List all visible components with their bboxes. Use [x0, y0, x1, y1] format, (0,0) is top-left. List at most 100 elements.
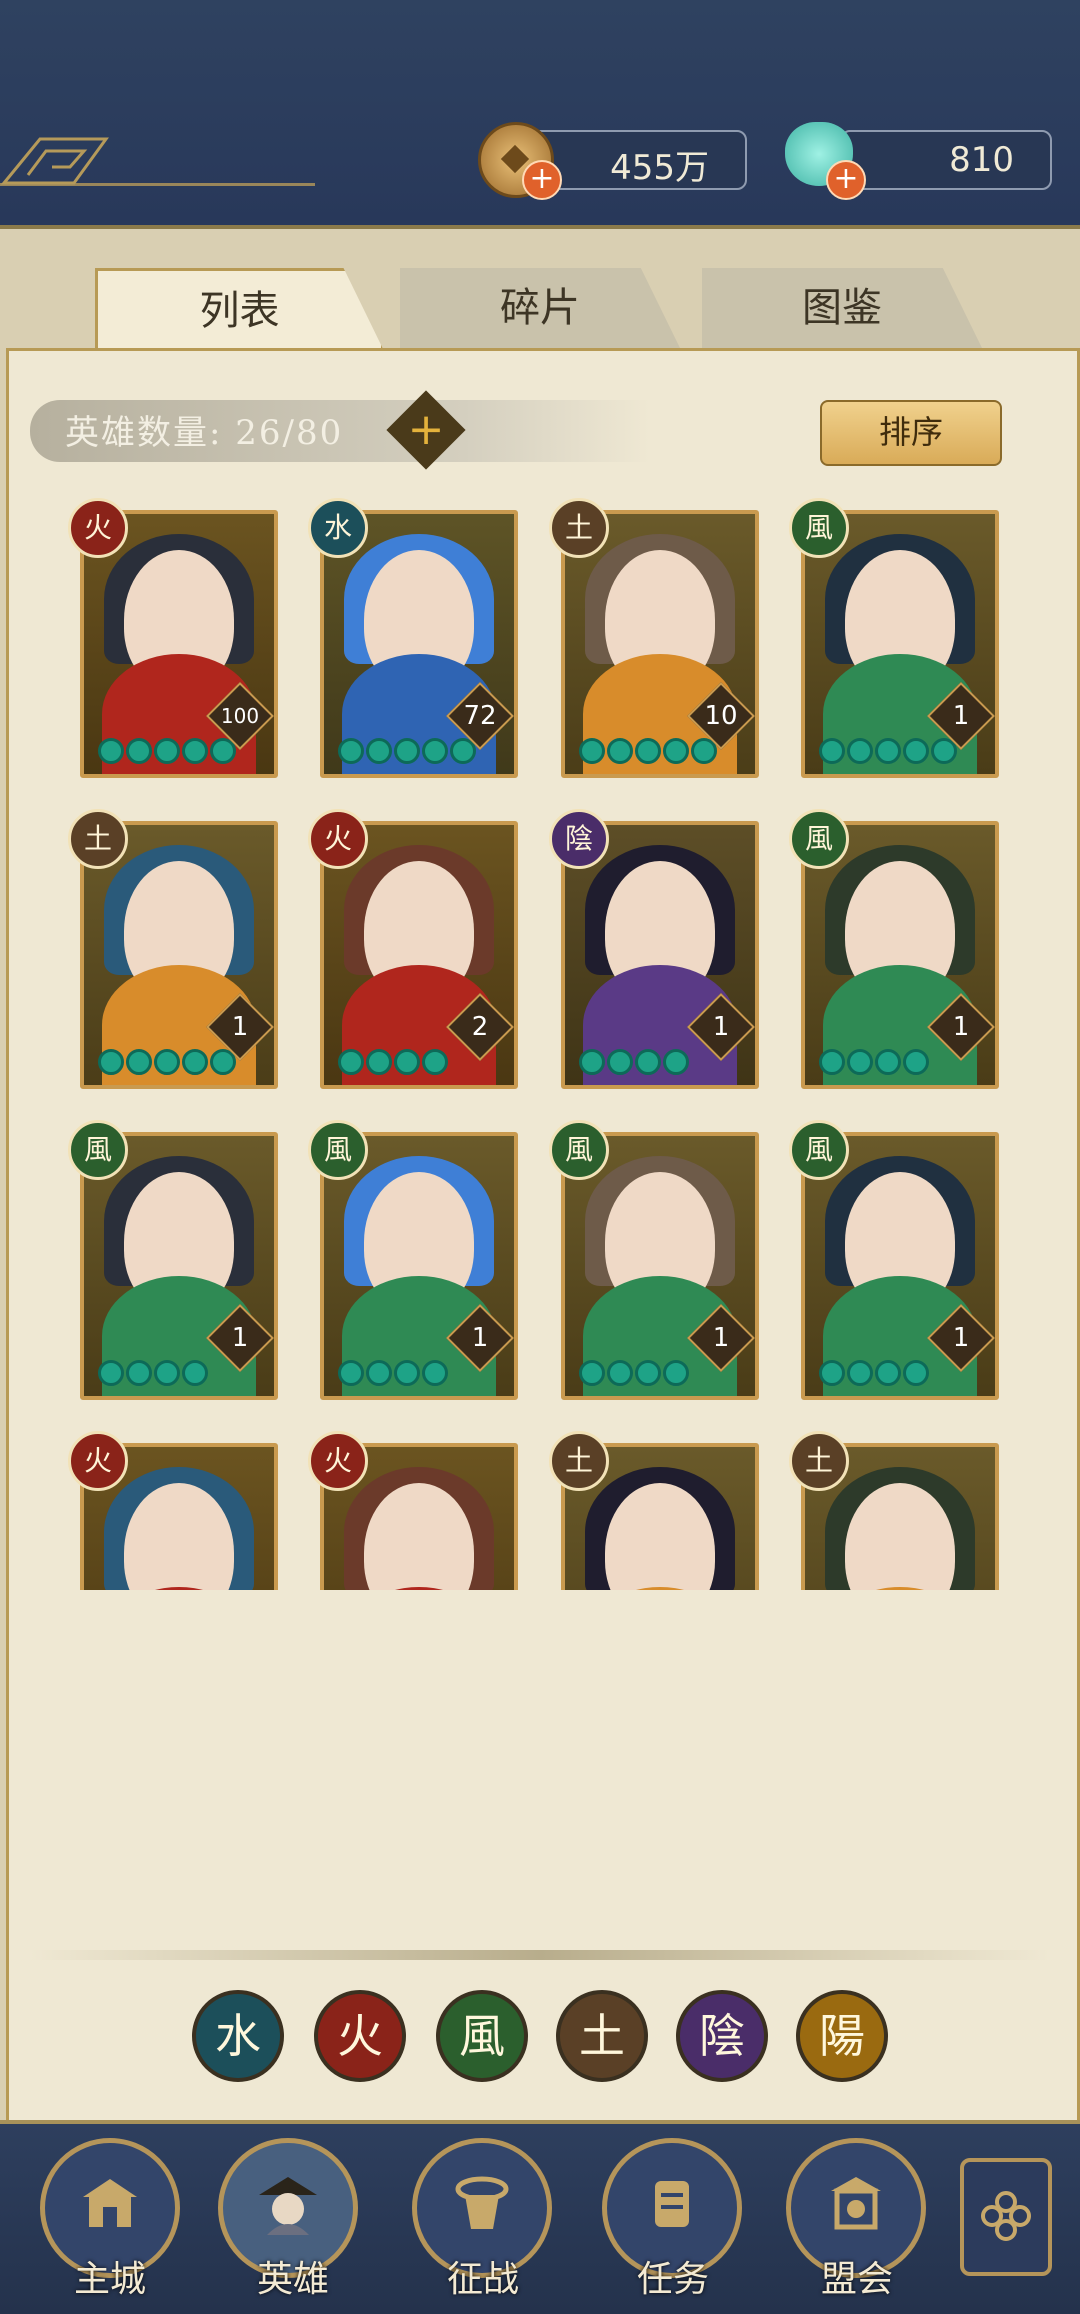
list-bottom-edge — [30, 1950, 1050, 1960]
star-jade-icon — [422, 1049, 448, 1075]
hero-level: 2 — [471, 1012, 489, 1042]
star-jade-icon — [154, 1049, 180, 1075]
hero-level: 1 — [952, 701, 970, 731]
hero-level: 100 — [220, 704, 260, 728]
nav-hero-label: 英雄 — [256, 2259, 329, 2300]
star-jade-icon — [635, 1360, 661, 1386]
element-badge: 火 — [68, 1431, 128, 1491]
element-badge: 火 — [68, 498, 128, 558]
star-jade-icon — [819, 1049, 845, 1075]
menu-flower-icon — [981, 2191, 1031, 2241]
star-jade-icon — [635, 1049, 661, 1075]
star-jade-icon — [126, 1049, 152, 1075]
scroll-task-icon — [655, 2181, 689, 2227]
hero-stars — [98, 1049, 238, 1077]
star-jade-icon — [819, 1360, 845, 1386]
hero-level: 1 — [952, 1323, 970, 1353]
coin-value: 455万 — [610, 148, 709, 188]
element-badge: 土 — [789, 1431, 849, 1491]
tab-fragments[interactable]: 碎片 — [400, 268, 680, 348]
expand-capacity-button[interactable]: + — [386, 390, 466, 470]
star-jade-icon — [338, 1360, 364, 1386]
star-jade-icon — [903, 738, 929, 764]
star-jade-icon — [663, 738, 689, 764]
element-badge: 風 — [789, 498, 849, 558]
element-badge: 火 — [308, 1431, 368, 1491]
nav-tasks-label: 任务 — [636, 2259, 709, 2300]
element-badge: 風 — [789, 1120, 849, 1180]
element-badge: 土 — [549, 498, 609, 558]
hero-stars — [98, 1360, 210, 1388]
star-jade-icon — [847, 738, 873, 764]
star-jade-icon — [579, 1049, 605, 1075]
hero-stars — [338, 1360, 450, 1388]
star-jade-icon — [875, 1049, 901, 1075]
header-divider — [0, 183, 315, 186]
plus-icon: + — [407, 404, 445, 455]
filter-wind-button[interactable]: 風 — [436, 1990, 528, 2082]
element-badge: 風 — [308, 1120, 368, 1180]
hero-stars — [579, 1049, 691, 1077]
star-jade-icon — [635, 738, 661, 764]
star-jade-icon — [847, 1360, 873, 1386]
filter-fire-button[interactable]: 火 — [314, 1990, 406, 2082]
star-jade-icon — [394, 1360, 420, 1386]
hero-stars — [579, 738, 719, 766]
nav-alliance-label: 盟会 — [820, 2259, 893, 2300]
element-badge: 火 — [308, 809, 368, 869]
element-badge: 土 — [549, 1431, 609, 1491]
sort-button[interactable]: 排序 — [820, 400, 1002, 466]
element-badge: 陰 — [549, 809, 609, 869]
add-coin-button[interactable]: + — [522, 160, 562, 200]
star-jade-icon — [126, 738, 152, 764]
star-jade-icon — [394, 1049, 420, 1075]
star-jade-icon — [366, 1049, 392, 1075]
nav-city-label: 主城 — [73, 2259, 146, 2300]
filter-water-button[interactable]: 水 — [192, 1990, 284, 2082]
star-jade-icon — [607, 738, 633, 764]
filter-yang-button[interactable]: 陽 — [796, 1990, 888, 2082]
star-jade-icon — [663, 1049, 689, 1075]
hero-count-value: 26/80 — [235, 413, 344, 453]
hero-level: 72 — [463, 701, 497, 731]
element-badge: 土 — [68, 809, 128, 869]
star-jade-icon — [663, 1360, 689, 1386]
battle-icon — [455, 2176, 509, 2229]
star-jade-icon — [154, 738, 180, 764]
hero-level: 1 — [231, 1012, 249, 1042]
hero-stars — [819, 1049, 931, 1077]
hero-stars — [819, 738, 959, 766]
star-jade-icon — [422, 738, 448, 764]
star-jade-icon — [154, 1360, 180, 1386]
star-jade-icon — [126, 1360, 152, 1386]
star-jade-icon — [182, 1360, 208, 1386]
hero-stars — [579, 1360, 691, 1388]
tab-codex[interactable]: 图鉴 — [702, 268, 982, 348]
hero-stars — [338, 1049, 450, 1077]
jade-balance[interactable]: 810 — [840, 130, 1052, 190]
tab-list[interactable]: 列表 — [95, 268, 384, 351]
filter-yin-button[interactable]: 陰 — [676, 1990, 768, 2082]
star-jade-icon — [819, 738, 845, 764]
star-jade-icon — [579, 738, 605, 764]
star-jade-icon — [394, 738, 420, 764]
city-gate-icon — [83, 2179, 137, 2227]
filter-earth-button[interactable]: 土 — [556, 1990, 648, 2082]
star-jade-icon — [875, 1360, 901, 1386]
hero-level: 1 — [231, 1323, 249, 1353]
add-jade-button[interactable]: + — [826, 160, 866, 200]
more-menu-button[interactable] — [960, 2158, 1052, 2276]
star-jade-icon — [422, 1360, 448, 1386]
star-jade-icon — [366, 1360, 392, 1386]
star-jade-icon — [847, 1049, 873, 1075]
element-badge: 風 — [549, 1120, 609, 1180]
star-jade-icon — [338, 738, 364, 764]
hero-portrait-icon — [259, 2177, 317, 2235]
star-jade-icon — [366, 738, 392, 764]
star-jade-icon — [98, 738, 124, 764]
star-jade-icon — [903, 1049, 929, 1075]
hero-level: 10 — [704, 701, 738, 731]
cloud-pattern-icon — [0, 137, 109, 185]
star-jade-icon — [607, 1360, 633, 1386]
hero-stars — [98, 738, 238, 766]
